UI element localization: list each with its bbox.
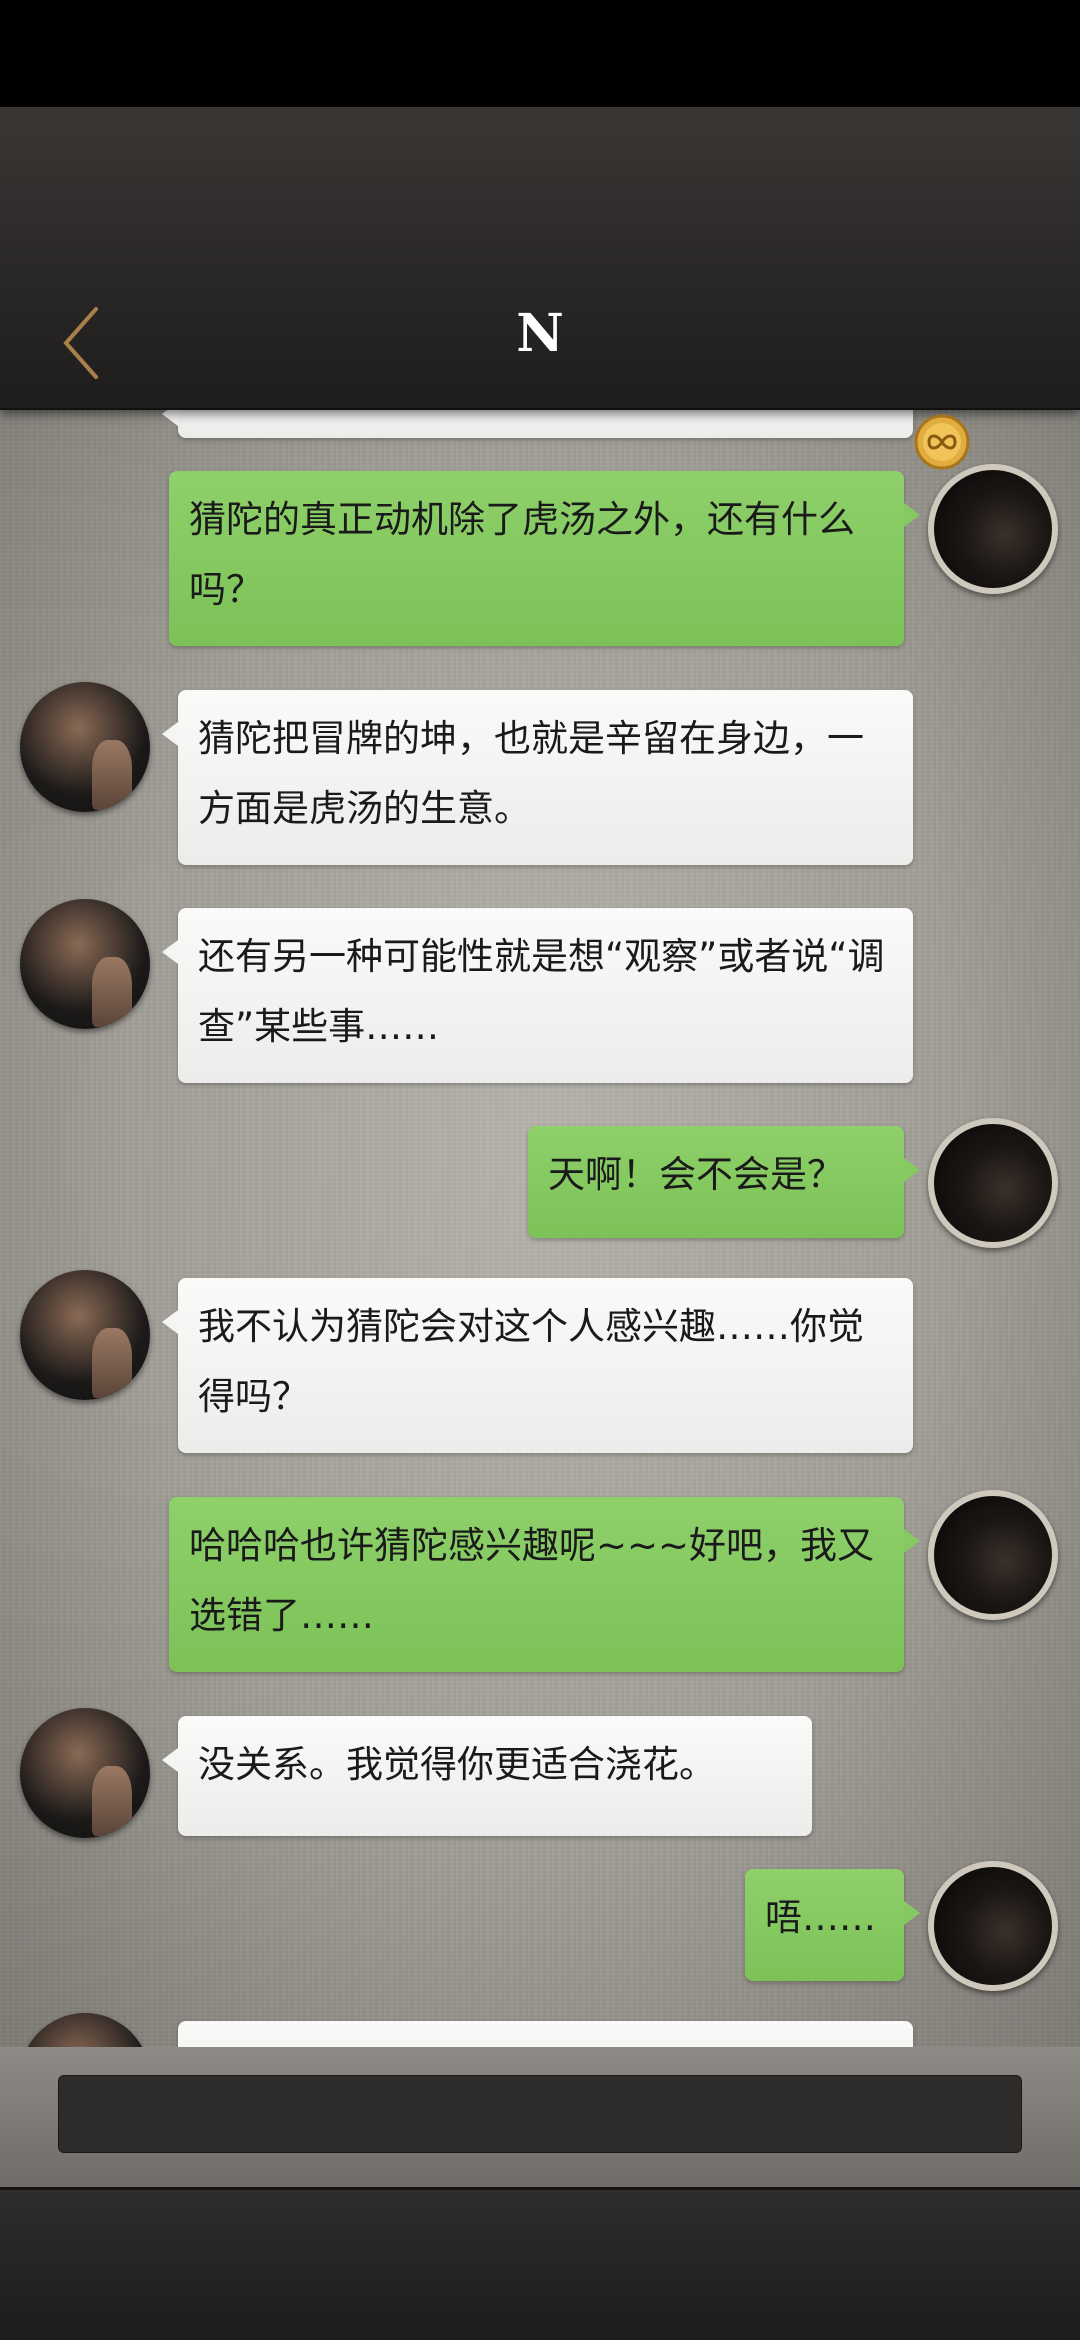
message-text: 没关系。我觉得你更适合浇花。 bbox=[198, 1743, 716, 1786]
avatar-player[interactable] bbox=[928, 1490, 1058, 1620]
message-incoming: 没关系。我觉得你更适合浇花。 bbox=[162, 1716, 812, 1836]
message-incoming: 我不认为猜陀会对这个人感兴趣……你觉得吗？ bbox=[162, 1278, 913, 1453]
infinity-badge-icon[interactable] bbox=[913, 413, 971, 471]
avatar-player[interactable] bbox=[928, 1861, 1058, 1991]
input-area bbox=[0, 2047, 1080, 2187]
message-input[interactable] bbox=[58, 2075, 1022, 2153]
message-text: 唔…… bbox=[765, 1896, 876, 1939]
message-text: 猜陀把冒牌的坤，也就是辛留在身边，一方面是虎汤的生意。 bbox=[198, 717, 864, 830]
partial-message-bottom bbox=[178, 2021, 913, 2047]
partial-message-top bbox=[162, 410, 913, 438]
avatar-n[interactable] bbox=[20, 2013, 150, 2047]
message-text: 猜陀的真正动机除了虎汤之外，还有什么吗？ bbox=[189, 498, 855, 611]
avatar-player[interactable] bbox=[928, 1118, 1058, 1248]
avatar-n[interactable] bbox=[20, 682, 150, 812]
status-bar bbox=[0, 0, 1080, 107]
message-outgoing: 猜陀的真正动机除了虎汤之外，还有什么吗？ bbox=[169, 471, 920, 646]
avatar-n[interactable] bbox=[20, 1270, 150, 1400]
chat-header: N bbox=[0, 107, 1080, 470]
avatar-player[interactable] bbox=[928, 464, 1058, 594]
message-outgoing: 唔…… bbox=[745, 1869, 920, 1981]
message-text: 我不认为猜陀会对这个人感兴趣……你觉得吗？ bbox=[198, 1305, 864, 1418]
message-text: 哈哈哈也许猜陀感兴趣呢~~~好吧，我又选错了…… bbox=[189, 1524, 875, 1637]
message-text: 还有另一种可能性就是想“观察”或者说“调查”某些事…… bbox=[198, 935, 885, 1048]
avatar-n[interactable] bbox=[20, 899, 150, 1029]
bottom-bar bbox=[0, 2187, 1080, 2340]
avatar-n[interactable] bbox=[20, 1708, 150, 1838]
message-incoming: 猜陀把冒牌的坤，也就是辛留在身边，一方面是虎汤的生意。 bbox=[162, 690, 913, 865]
chat-area[interactable]: 猜陀的真正动机除了虎汤之外，还有什么吗？ 猜陀把冒牌的坤，也就是辛留在身边，一方… bbox=[0, 410, 1080, 2047]
message-text: 天啊！会不会是？ bbox=[548, 1153, 844, 1196]
message-outgoing: 天啊！会不会是？ bbox=[528, 1126, 920, 1238]
message-outgoing: 哈哈哈也许猜陀感兴趣呢~~~好吧，我又选错了…… bbox=[169, 1497, 920, 1672]
chat-title: N bbox=[516, 303, 564, 364]
message-incoming: 还有另一种可能性就是想“观察”或者说“调查”某些事…… bbox=[162, 908, 913, 1083]
